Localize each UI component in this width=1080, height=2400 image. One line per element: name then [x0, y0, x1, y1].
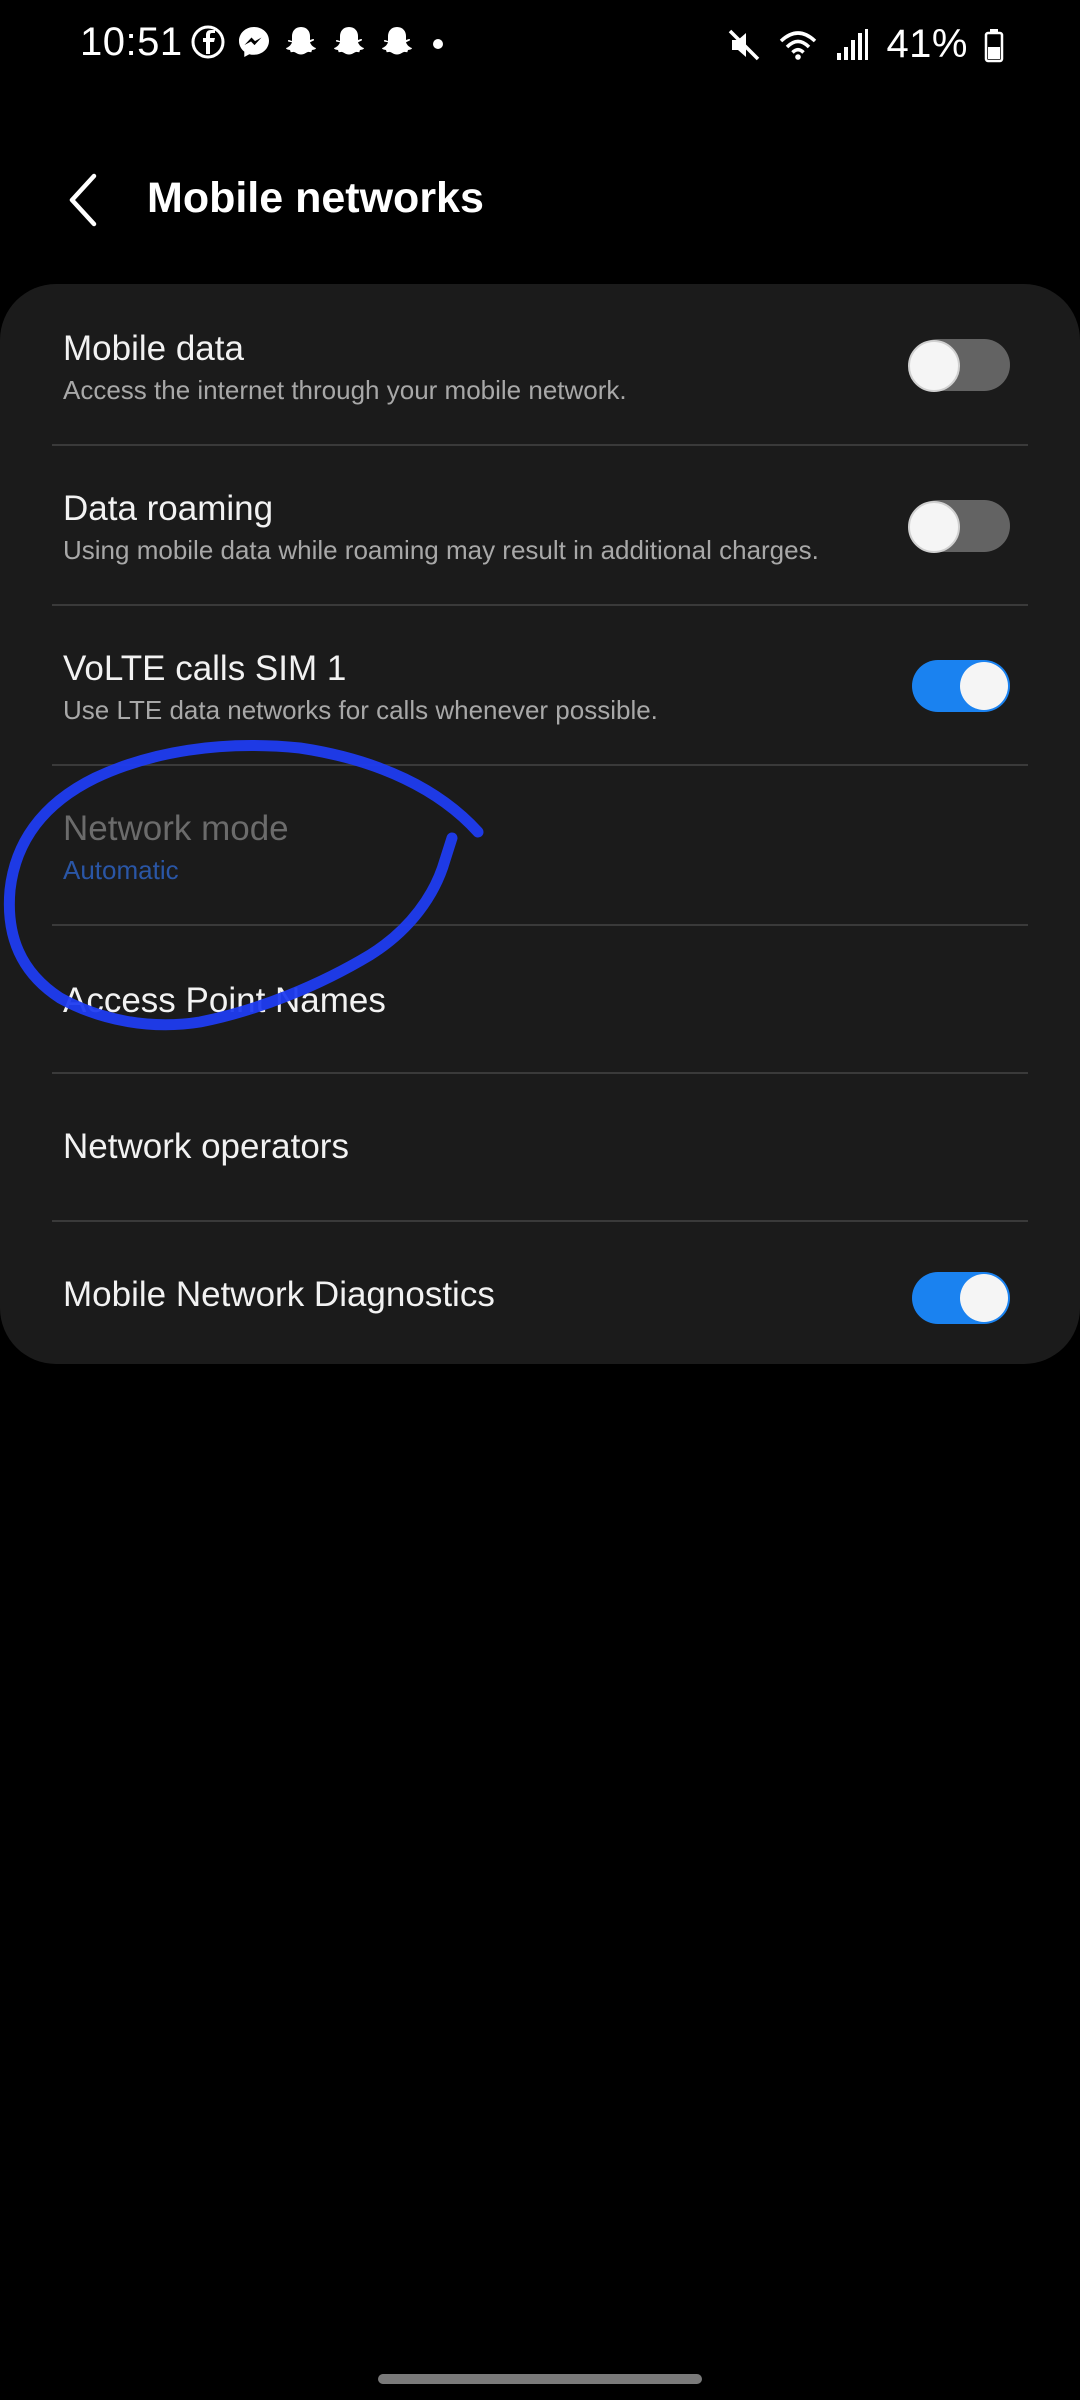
- network-mode-value: Automatic: [63, 855, 179, 885]
- network-mode-title: Network mode: [63, 809, 289, 848]
- mobile-data-row[interactable]: Mobile data Access the internet through …: [0, 284, 1080, 444]
- page-title: Mobile networks: [147, 174, 484, 222]
- volte-calls-title: VoLTE calls SIM 1: [63, 649, 347, 688]
- snapchat-icon: [282, 24, 320, 60]
- battery-icon: [984, 27, 1004, 63]
- chevron-left-icon: [69, 173, 97, 227]
- toggle-knob: [960, 662, 1008, 710]
- settings-card: Mobile data Access the internet through …: [0, 284, 1080, 1364]
- facebook-icon: [190, 24, 226, 60]
- access-point-names-row[interactable]: Access Point Names: [0, 926, 1080, 1072]
- notification-icons: [190, 24, 450, 60]
- mobile-data-title: Mobile data: [63, 329, 244, 368]
- toggle-knob: [908, 340, 960, 392]
- network-operators-title: Network operators: [63, 1127, 349, 1166]
- status-right: 41%: [726, 22, 1004, 67]
- volte-calls-subtitle: Use LTE data networks for calls whenever…: [63, 695, 658, 725]
- data-roaming-title: Data roaming: [63, 489, 274, 528]
- toggle-knob: [908, 501, 960, 553]
- home-indicator[interactable]: [378, 2374, 702, 2384]
- status-bar: 10:51 41%: [0, 0, 1080, 90]
- status-time: 10:51: [80, 20, 183, 64]
- back-button[interactable]: [52, 165, 112, 235]
- network-mode-row: Network mode Automatic: [0, 766, 1080, 924]
- mobile-data-toggle[interactable]: [908, 339, 1010, 392]
- mobile-network-diagnostics-toggle[interactable]: [912, 1272, 1010, 1324]
- signal-icon: [834, 27, 870, 63]
- data-roaming-row[interactable]: Data roaming Using mobile data while roa…: [0, 446, 1080, 604]
- toggle-knob: [960, 1274, 1008, 1322]
- dot-icon: [426, 24, 450, 60]
- volte-calls-toggle[interactable]: [912, 660, 1010, 712]
- snapchat-icon: [330, 24, 368, 60]
- battery-percent: 41%: [886, 22, 968, 66]
- mobile-data-subtitle: Access the internet through your mobile …: [63, 375, 627, 405]
- messenger-icon: [236, 24, 272, 60]
- mobile-network-diagnostics-row[interactable]: Mobile Network Diagnostics: [0, 1222, 1080, 1364]
- data-roaming-subtitle: Using mobile data while roaming may resu…: [63, 535, 819, 565]
- network-operators-row[interactable]: Network operators: [0, 1074, 1080, 1220]
- mute-icon: [726, 27, 762, 63]
- data-roaming-toggle[interactable]: [908, 500, 1010, 553]
- wifi-icon: [778, 27, 818, 63]
- access-point-names-title: Access Point Names: [63, 981, 386, 1020]
- volte-calls-row[interactable]: VoLTE calls SIM 1 Use LTE data networks …: [0, 606, 1080, 764]
- mobile-network-diagnostics-title: Mobile Network Diagnostics: [63, 1275, 495, 1314]
- snapchat-icon: [378, 24, 416, 60]
